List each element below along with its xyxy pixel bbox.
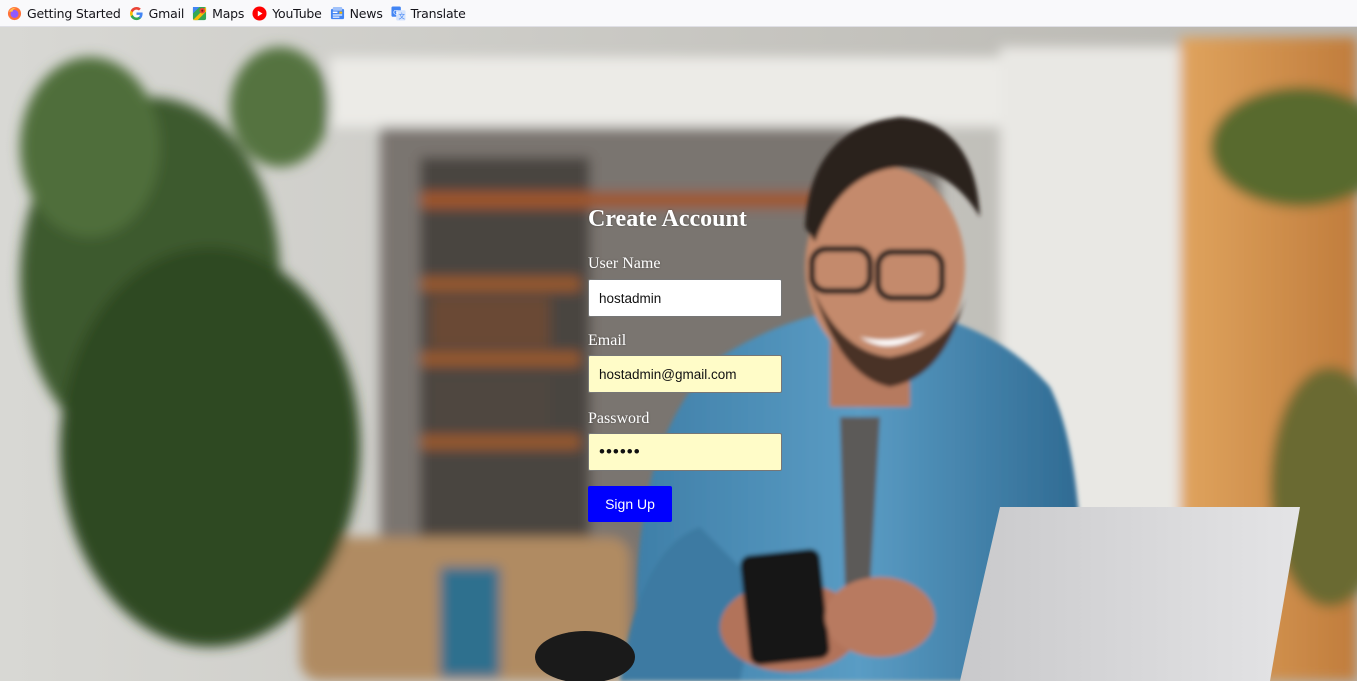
firefox-icon bbox=[7, 6, 22, 21]
news-icon bbox=[330, 6, 345, 21]
google-icon bbox=[129, 6, 144, 21]
svg-text:G: G bbox=[393, 8, 398, 16]
bookmark-maps[interactable]: Maps bbox=[188, 2, 248, 24]
bookmark-label: Getting Started bbox=[27, 5, 121, 21]
sign-up-button[interactable]: Sign Up bbox=[588, 486, 672, 522]
username-input[interactable] bbox=[588, 279, 782, 317]
maps-icon bbox=[192, 6, 207, 21]
bookmark-label: Maps bbox=[212, 5, 245, 21]
bookmark-label: Gmail bbox=[148, 5, 185, 21]
email-label: Email bbox=[588, 332, 627, 349]
bookmark-label: Translate bbox=[410, 5, 466, 21]
bookmark-gmail[interactable]: Gmail bbox=[125, 2, 188, 24]
youtube-icon bbox=[252, 5, 267, 21]
svg-text:文: 文 bbox=[398, 11, 405, 20]
password-label: Password bbox=[588, 410, 650, 427]
translate-icon: G文 bbox=[391, 5, 406, 21]
bookmarks-toolbar: Getting Started Gmail Maps YouTube News … bbox=[0, 0, 1357, 27]
bookmark-label: News bbox=[349, 5, 383, 21]
bookmark-translate[interactable]: G文 Translate bbox=[387, 2, 470, 24]
bookmark-news[interactable]: News bbox=[326, 2, 387, 24]
bookmark-getting-started[interactable]: Getting Started bbox=[3, 2, 125, 24]
page-title: Create Account bbox=[588, 206, 747, 232]
password-input[interactable] bbox=[588, 433, 782, 471]
bookmark-label: YouTube bbox=[272, 5, 322, 21]
bookmark-youtube[interactable]: YouTube bbox=[248, 2, 325, 24]
email-input[interactable] bbox=[588, 355, 782, 393]
username-label: User Name bbox=[588, 255, 661, 272]
create-account-form: Create Account User Name Email Password … bbox=[588, 205, 788, 522]
